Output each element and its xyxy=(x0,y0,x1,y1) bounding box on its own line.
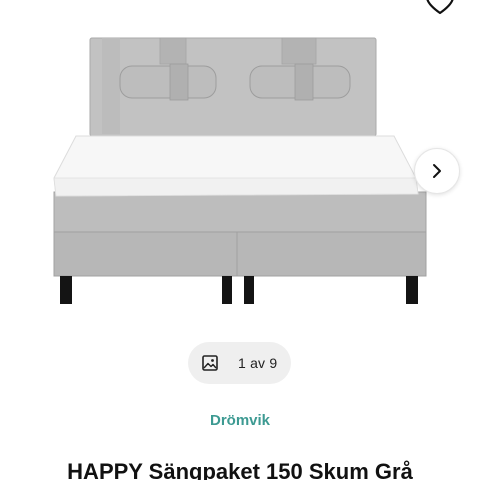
brand-link[interactable]: Drömvik xyxy=(0,412,480,429)
image-counter-pill[interactable]: 1 av 9 xyxy=(188,342,291,384)
image-icon xyxy=(202,355,218,371)
product-image xyxy=(53,37,427,304)
product-title: HAPPY Sängpaket 150 Skum Grå xyxy=(67,459,413,480)
chevron-right-icon xyxy=(433,164,441,178)
image-counter-text: 1 av 9 xyxy=(238,355,278,371)
next-image-button[interactable] xyxy=(414,148,460,194)
image-gallery[interactable] xyxy=(0,0,480,330)
